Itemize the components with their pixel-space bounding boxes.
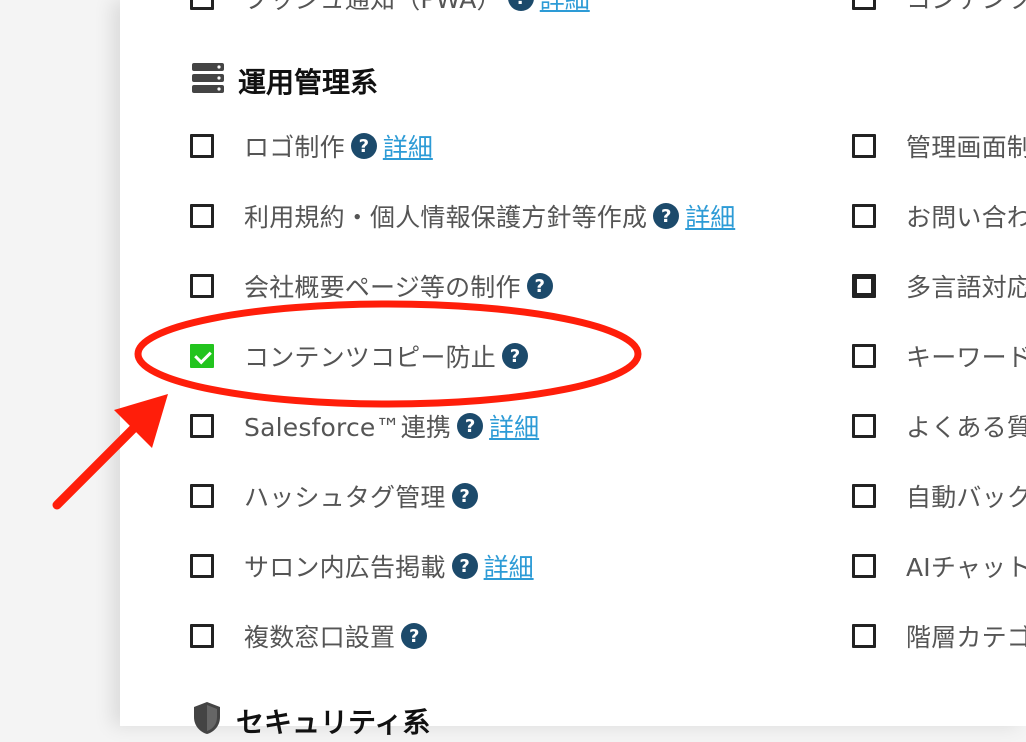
help-icon[interactable]: ?	[502, 343, 529, 369]
option-push-notification: プッシュ通知（PWA） ? 詳細	[244, 0, 590, 18]
option-label: コンテンツコピー防止	[244, 343, 497, 372]
option-multilingual: 多言語対応	[906, 266, 1026, 306]
option-label: 階層カテゴ	[906, 623, 1026, 652]
checkbox-multilingual[interactable]	[852, 274, 876, 298]
help-icon[interactable]: ?	[457, 413, 484, 439]
option-hashtag: ハッシュタグ管理 ?	[244, 476, 478, 516]
detail-link[interactable]: 詳細	[685, 198, 735, 234]
option-ai-chat: AIチャット	[906, 546, 1026, 586]
detail-link[interactable]: 詳細	[383, 128, 433, 164]
section-heading-operations: 運用管理系	[192, 60, 378, 102]
section-title: 運用管理系	[238, 66, 379, 99]
checkbox-company-page[interactable]	[190, 274, 214, 298]
checkbox-multi-window[interactable]	[190, 624, 214, 648]
option-label: キーワード	[906, 343, 1026, 372]
option-right-top: コンテンツ	[906, 0, 1026, 18]
option-copy-protection: コンテンツコピー防止 ?	[244, 336, 529, 376]
option-company-page: 会社概要ページ等の制作 ?	[244, 266, 553, 306]
checkbox-ai-chat[interactable]	[852, 554, 876, 578]
help-icon[interactable]: ?	[350, 133, 377, 159]
option-label: 自動バック	[906, 483, 1026, 512]
option-label: 管理画面制	[906, 133, 1026, 162]
option-multi-window: 複数窓口設置 ?	[244, 616, 428, 656]
help-icon[interactable]: ?	[526, 273, 553, 299]
option-label: 複数窓口設置	[244, 623, 396, 652]
help-icon[interactable]: ?	[401, 623, 428, 649]
option-label: ロゴ制作	[244, 133, 345, 162]
detail-link[interactable]: 詳細	[540, 0, 590, 16]
help-icon[interactable]: ?	[451, 553, 478, 579]
option-logo: ロゴ制作 ? 詳細	[244, 126, 433, 166]
option-label: コンテンツ	[906, 0, 1026, 16]
option-label: お問い合わ	[906, 203, 1026, 232]
checkbox-copy-protection[interactable]	[190, 344, 214, 368]
option-label: 会社概要ページ等の制作	[244, 273, 521, 302]
shield-icon	[192, 701, 222, 742]
option-faq: よくある質	[906, 406, 1026, 446]
section-title: セキュリティ系	[236, 706, 431, 739]
option-label: 多言語対応	[906, 273, 1026, 302]
option-terms: 利用規約・個人情報保護方針等作成 ? 詳細	[244, 196, 735, 236]
option-label: 利用規約・個人情報保護方針等作成	[244, 203, 648, 232]
help-icon[interactable]: ?	[507, 0, 534, 11]
option-label: Salesforce™連携	[244, 413, 452, 442]
help-icon[interactable]: ?	[451, 483, 478, 509]
checkbox-terms[interactable]	[190, 204, 214, 228]
checkbox-hashtag[interactable]	[190, 484, 214, 508]
option-salon-ads: サロン内広告掲載 ? 詳細	[244, 546, 534, 586]
checkbox-push-notification[interactable]	[190, 0, 214, 10]
option-admin-panel: 管理画面制	[906, 126, 1026, 166]
detail-link[interactable]: 詳細	[489, 408, 539, 444]
checkbox-auto-backup[interactable]	[852, 484, 876, 508]
option-label: ハッシュタグ管理	[244, 483, 446, 512]
option-keyword: キーワード	[906, 336, 1026, 376]
option-hierarchy-category: 階層カテゴ	[906, 616, 1026, 656]
option-label: プッシュ通知（PWA）	[244, 0, 502, 16]
option-auto-backup: 自動バック	[906, 476, 1026, 516]
checkbox-keyword[interactable]	[852, 344, 876, 368]
option-label: サロン内広告掲載	[244, 553, 446, 582]
server-icon	[192, 62, 224, 100]
section-heading-security: セキュリティ系	[192, 700, 430, 742]
option-label: AIチャット	[906, 553, 1026, 582]
checkbox-inquiry[interactable]	[852, 204, 876, 228]
checkbox-faq[interactable]	[852, 414, 876, 438]
checkbox-right-top[interactable]	[852, 0, 876, 10]
checkbox-salon-ads[interactable]	[190, 554, 214, 578]
checkbox-salesforce[interactable]	[190, 414, 214, 438]
checkbox-logo[interactable]	[190, 134, 214, 158]
detail-link[interactable]: 詳細	[484, 548, 534, 584]
option-label: よくある質	[906, 413, 1026, 442]
option-inquiry: お問い合わ	[906, 196, 1026, 236]
checkbox-admin-panel[interactable]	[852, 134, 876, 158]
checkbox-hierarchy-category[interactable]	[852, 624, 876, 648]
help-icon[interactable]: ?	[653, 203, 680, 229]
option-salesforce: Salesforce™連携 ? 詳細	[244, 406, 539, 446]
